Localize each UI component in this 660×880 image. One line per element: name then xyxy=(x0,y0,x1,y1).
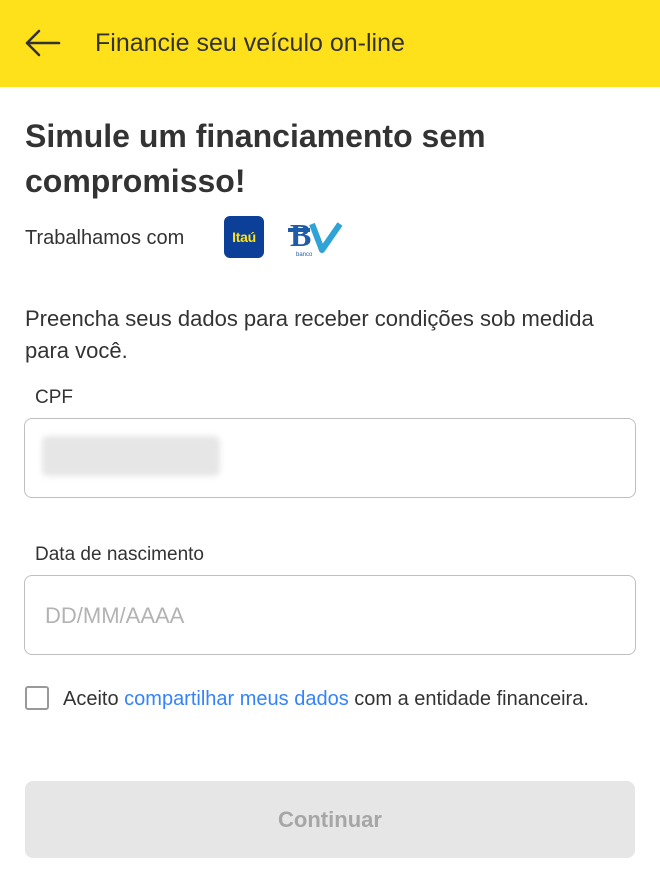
arrow-left-icon xyxy=(25,29,61,57)
consent-prefix: Aceito xyxy=(63,688,119,710)
consent-checkbox[interactable] xyxy=(25,686,49,710)
cpf-redacted-value xyxy=(42,436,220,476)
cpf-input[interactable] xyxy=(24,418,636,498)
share-data-link[interactable]: compartilhar meus dados xyxy=(124,688,349,710)
back-button[interactable] xyxy=(18,22,66,64)
bv-logo: B banco xyxy=(288,217,343,258)
birthdate-input[interactable]: DD/MM/AAAA xyxy=(24,575,636,655)
partners-label: Trabalhamos com xyxy=(25,227,185,249)
itau-logo: Itaú xyxy=(224,216,264,258)
svg-text:B: B xyxy=(290,217,311,253)
continue-button[interactable]: Continuar xyxy=(25,781,635,858)
intro-text: Preencha seus dados para receber condiçõ… xyxy=(25,306,594,363)
birthdate-placeholder: DD/MM/AAAA xyxy=(45,603,185,628)
cpf-label: CPF xyxy=(35,387,73,408)
itau-logo-text: Itaú xyxy=(232,229,256,245)
consent-suffix: com a entidade financeira. xyxy=(354,688,589,710)
app-bar: Financie seu veículo on-line xyxy=(0,0,660,87)
consent-text: Aceito compartilhar meus dados com a ent… xyxy=(63,684,623,714)
page-title: Simule um financiamento sem compromisso! xyxy=(25,118,486,199)
svg-text:banco: banco xyxy=(296,252,313,258)
birthdate-label: Data de nascimento xyxy=(35,544,204,565)
app-bar-title: Financie seu veículo on-line xyxy=(95,29,405,57)
